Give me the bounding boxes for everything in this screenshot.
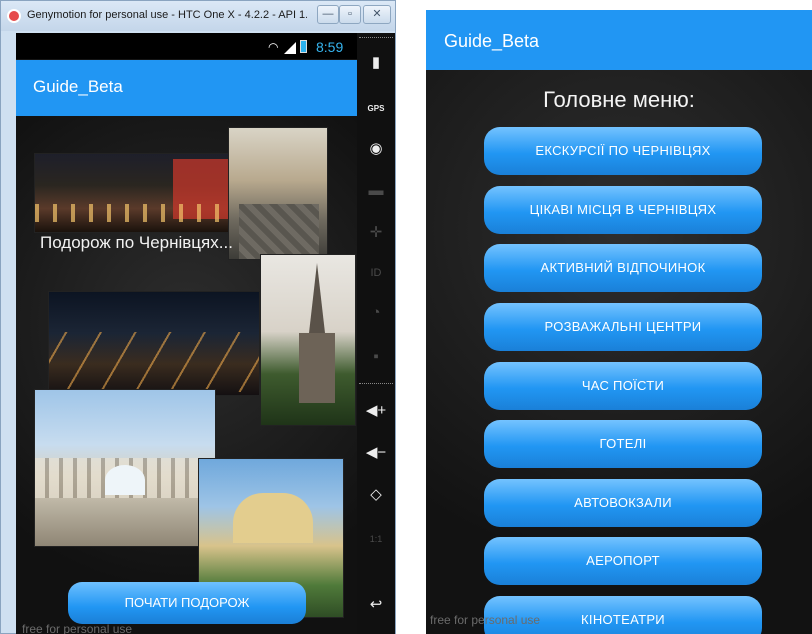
menu-button-entertainment[interactable]: РОЗВАЖАЛЬНІ ЦЕНТРИ	[484, 303, 762, 351]
scale-icon[interactable]: 1:1	[364, 527, 388, 551]
screenshot-root: Genymotion for personal use - HTC One X …	[0, 0, 812, 634]
status-clock: 8:59	[316, 39, 344, 55]
window-title: Genymotion for personal use - HTC One X …	[27, 9, 307, 21]
splash-content: Подорож по Чернівцях... ПОЧАТИ ПОДОРОЖ f…	[16, 116, 357, 634]
emulator-screen: ◠ 8:59 Guide_Beta Подорож по Чернівцях..…	[16, 33, 357, 634]
android-status-bar: ◠ 8:59	[16, 33, 357, 59]
webcam-icon[interactable]: ◉	[364, 137, 388, 161]
app-title: Guide_Beta	[33, 77, 123, 96]
gps-icon[interactable]: GPS	[364, 97, 388, 121]
photo-night-street	[34, 153, 244, 233]
app-bar: Guide_Beta	[426, 10, 812, 70]
chat-icon[interactable]: ▪	[364, 345, 388, 369]
back-icon[interactable]: ↩	[364, 593, 388, 617]
window-titlebar[interactable]: Genymotion for personal use - HTC One X …	[1, 1, 395, 31]
rotate-icon[interactable]: ◇	[364, 483, 388, 507]
volume-up-icon[interactable]: ◀+	[364, 399, 388, 423]
watermark: free for personal use	[430, 613, 541, 627]
app-bar: Guide_Beta	[16, 60, 357, 116]
battery-icon[interactable]: ▮	[364, 51, 388, 75]
volume-down-icon[interactable]: ◀−	[364, 441, 388, 465]
photo-city-night-aerial	[48, 291, 260, 396]
sidebar-divider	[359, 37, 393, 38]
battery-icon	[300, 40, 307, 53]
rss-icon[interactable]: ◔	[364, 301, 388, 325]
photo-fountain-square	[34, 389, 216, 547]
maximize-button[interactable]: ▫	[339, 5, 361, 24]
genymotion-logo-icon	[7, 9, 21, 23]
signal-icon	[284, 42, 296, 54]
photo-cathedral	[260, 254, 356, 426]
emulator-window: Genymotion for personal use - HTC One X …	[0, 0, 396, 634]
watermark: free for personal use	[22, 622, 133, 634]
menu-button-food[interactable]: ЧАС ПОЇСТИ	[484, 362, 762, 410]
genymotion-sidebar: ▮ GPS ◉ ▬ ✛ ID ◔ ▪ ◀+ ◀− ◇ 1:1 ↩	[357, 33, 395, 634]
menu-button-bus-stations[interactable]: АВТОВОКЗАЛИ	[484, 479, 762, 527]
photo-cobblestone-street	[228, 127, 328, 260]
id-icon[interactable]: ID	[364, 261, 388, 285]
wifi-icon: ◠	[268, 40, 279, 54]
menu-button-excursions[interactable]: ЕКСКУРСІЇ ПО ЧЕРНІВЦЯХ	[484, 127, 762, 175]
main-menu-screen: Guide_Beta Головне меню: ЕКСКУРСІЇ ПО ЧЕ…	[426, 10, 812, 634]
close-button[interactable]: ✕	[363, 5, 391, 24]
app-title: Guide_Beta	[444, 31, 540, 51]
menu-button-airport[interactable]: АЕРОПОРТ	[484, 537, 762, 585]
menu-button-active-rest[interactable]: АКТИВНИЙ ВІДПОЧИНОК	[484, 244, 762, 292]
photo-caption: Подорож по Чернівцях...	[40, 233, 233, 252]
start-journey-button[interactable]: ПОЧАТИ ПОДОРОЖ	[68, 582, 306, 624]
sidebar-divider	[359, 383, 393, 384]
menu-button-interesting-places[interactable]: ЦІКАВІ МІСЦЯ В ЧЕРНІВЦЯХ	[484, 186, 762, 234]
dpad-icon[interactable]: ✛	[364, 221, 388, 245]
minimize-button[interactable]: —	[317, 5, 339, 24]
menu-heading: Головне меню:	[543, 87, 695, 112]
menu-button-hotels[interactable]: ГОТЕЛІ	[484, 420, 762, 468]
clapper-icon[interactable]: ▬	[364, 179, 388, 203]
